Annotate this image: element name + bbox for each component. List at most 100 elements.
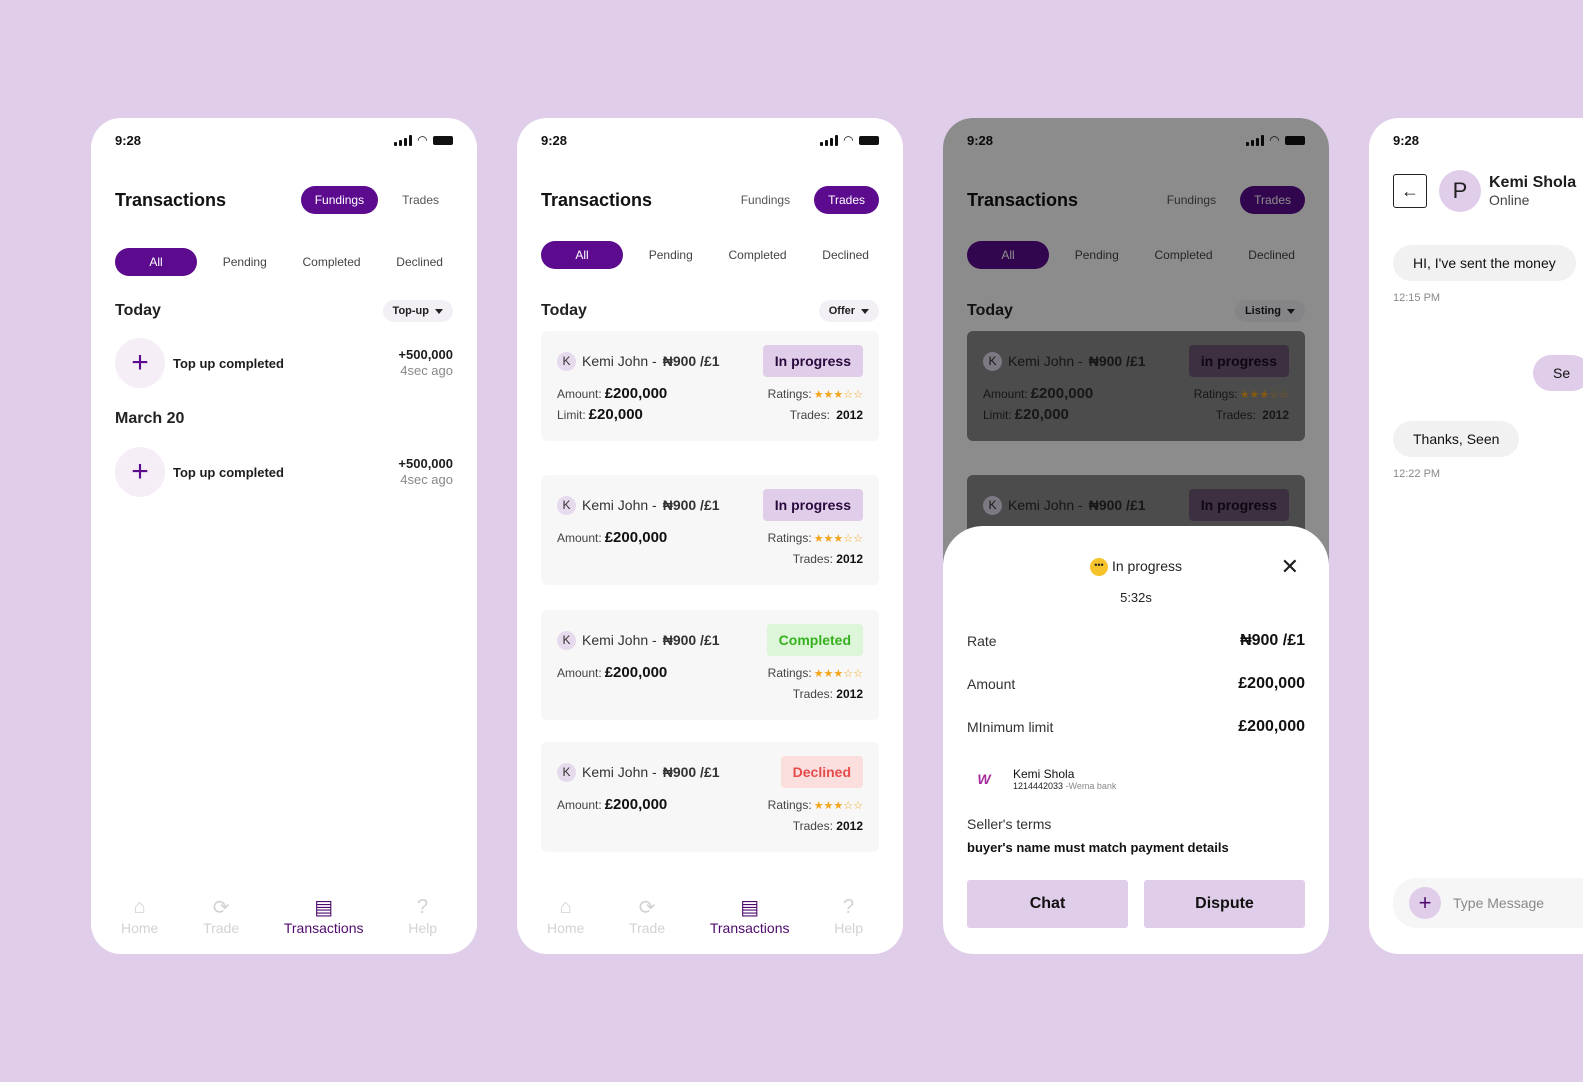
message-time: 12:15 PM	[1393, 292, 1441, 304]
amount-value: £200,000	[604, 385, 668, 402]
filter-bar: All Pending Completed Declined	[541, 241, 879, 269]
amount-value: £200,000	[604, 664, 668, 681]
trade-card[interactable]: K Kemi John - ₦900 /£1 In progress Amount…	[541, 331, 879, 441]
ratings-label: Ratings:	[767, 386, 812, 401]
topup-dropdown[interactable]: Top-up	[382, 300, 453, 322]
trade-card[interactable]: K Kemi John - ₦900 /£1 Completed Amount: £…	[541, 610, 879, 720]
section-today: Today	[541, 302, 587, 319]
tab-fundings[interactable]: Fundings	[300, 186, 379, 214]
tab-trades[interactable]: Trades	[388, 186, 453, 214]
trades-label: Trades:	[789, 407, 830, 422]
min-limit-value: £200,000	[1238, 718, 1305, 735]
status-bar: 9:28	[1393, 132, 1583, 148]
status-bar: 9:28 ◠	[115, 132, 453, 148]
message-bubble: Thanks, Seen	[1393, 421, 1520, 457]
dropdown-label: Top-up	[392, 305, 429, 317]
nav-transactions[interactable]: ▤ Transactions	[283, 896, 364, 937]
amount-label: Amount:	[557, 666, 602, 680]
status-badge: Completed	[766, 624, 863, 656]
trader-name: Kemi John -	[582, 764, 657, 780]
filter-bar: All Pending Completed Declined	[115, 248, 453, 276]
status-time: 9:28	[1393, 132, 1420, 148]
caret-down-icon	[861, 308, 869, 314]
status-badge: Declined	[780, 756, 863, 788]
rate-value: ₦900 /£1	[1240, 632, 1305, 649]
terms-label: Seller's terms	[967, 816, 1052, 832]
tab-fundings[interactable]: Fundings	[727, 186, 804, 214]
tab-trades[interactable]: Trades	[814, 186, 879, 214]
trader-name: Kemi John -	[582, 632, 657, 648]
phone-screen-trades: 9:28 ◠ Transactions Fundings Trades All …	[517, 118, 903, 954]
dispute-button[interactable]: Dispute	[1144, 880, 1305, 928]
amount-value: £200,000	[604, 796, 668, 813]
filter-declined[interactable]: Declined	[386, 248, 453, 276]
trade-detail-sheet: ••• In progress 5:32s ✕ Rate ₦900 /£1 Amou…	[943, 526, 1329, 954]
item-time: 4sec ago	[400, 471, 453, 487]
filter-declined[interactable]: Declined	[812, 241, 879, 269]
battery-icon	[433, 135, 453, 145]
nav-label: Help	[834, 920, 863, 936]
item-label: Top up completed	[173, 355, 284, 371]
nav-home[interactable]: ⌂ Home	[547, 896, 584, 937]
bottom-nav: ⌂ Home ⟳ Trade ▤ Transactions ? Help	[547, 896, 863, 937]
trades-count: 2012	[836, 819, 863, 833]
message-input[interactable]: + Type Message	[1393, 878, 1583, 928]
presence-status: Online	[1489, 192, 1530, 208]
message-time: 12:22 PM	[1393, 468, 1441, 480]
wema-bank-logo: W	[977, 771, 991, 787]
input-placeholder: Type Message	[1453, 895, 1545, 911]
avatar: K	[557, 351, 576, 371]
dropdown-label: Offer	[828, 305, 855, 317]
avatar: K	[557, 762, 576, 782]
trade-rate: ₦900 /£1	[662, 764, 720, 780]
sheet-status: ••• In progress	[943, 558, 1329, 577]
avatar: P	[1439, 170, 1481, 212]
nav-home[interactable]: ⌂ Home	[121, 896, 159, 937]
filter-all[interactable]: All	[115, 248, 197, 276]
trade-card[interactable]: K Kemi John - ₦900 /£1 Declined Amount: £2…	[541, 742, 879, 852]
nav-trade[interactable]: ⟳ Trade	[629, 896, 665, 937]
star-rating-icon: ★★★☆☆	[813, 388, 863, 401]
close-icon[interactable]: ✕	[1281, 554, 1299, 580]
trade-rate: ₦900 /£1	[662, 497, 720, 513]
limit-value: £20,000	[588, 406, 643, 423]
rate-label: Rate	[967, 633, 997, 649]
trade-card[interactable]: K Kemi John - ₦900 /£1 In progress Amount…	[541, 475, 879, 585]
back-arrow-icon[interactable]: ←	[1393, 174, 1427, 208]
item-label: Top up completed	[173, 464, 284, 480]
status-text: In progress	[1111, 558, 1183, 574]
trades-label: Trades:	[792, 819, 833, 833]
nav-label: Transactions	[283, 920, 364, 936]
message-bubble-out: Se	[1533, 355, 1583, 391]
plus-icon: +	[115, 447, 165, 497]
filter-pending[interactable]: Pending	[213, 248, 277, 276]
exchange-icon: ⟳	[638, 896, 656, 919]
add-attachment-icon[interactable]: +	[1409, 887, 1441, 919]
limit-label: Limit:	[557, 408, 586, 422]
trades-label: Trades:	[792, 552, 833, 566]
star-rating-icon: ★★★☆☆	[813, 667, 863, 680]
nav-help[interactable]: ? Help	[834, 896, 863, 937]
chat-button[interactable]: Chat	[967, 880, 1128, 928]
trades-label: Trades:	[792, 687, 833, 701]
pending-dots-icon: •••	[1089, 558, 1108, 577]
ratings-label: Ratings:	[767, 797, 812, 812]
item-time: 4sec ago	[400, 362, 453, 378]
nav-trade[interactable]: ⟳ Trade	[203, 896, 239, 937]
filter-completed[interactable]: Completed	[293, 248, 371, 276]
nav-help[interactable]: ? Help	[408, 895, 437, 937]
trades-count: 2012	[836, 687, 863, 701]
filter-all[interactable]: All	[541, 241, 623, 269]
help-icon: ?	[417, 895, 429, 918]
list-item[interactable]: + Top up completed +500,000 4sec ago	[115, 338, 453, 388]
bottom-nav: ⌂ Home ⟳ Trade ▤ Transactions ? Help	[121, 895, 437, 937]
nav-label: Home	[121, 920, 159, 936]
nav-transactions[interactable]: ▤ Transactions	[710, 896, 790, 937]
filter-completed[interactable]: Completed	[719, 241, 797, 269]
amount-value: £200,000	[604, 529, 668, 546]
trader-name: Kemi John -	[582, 353, 657, 369]
offer-dropdown[interactable]: Offer	[818, 300, 879, 322]
wifi-icon: ◠	[417, 133, 427, 147]
list-item[interactable]: + Top up completed +500,000 4sec ago	[115, 447, 453, 497]
filter-pending[interactable]: Pending	[639, 241, 703, 269]
